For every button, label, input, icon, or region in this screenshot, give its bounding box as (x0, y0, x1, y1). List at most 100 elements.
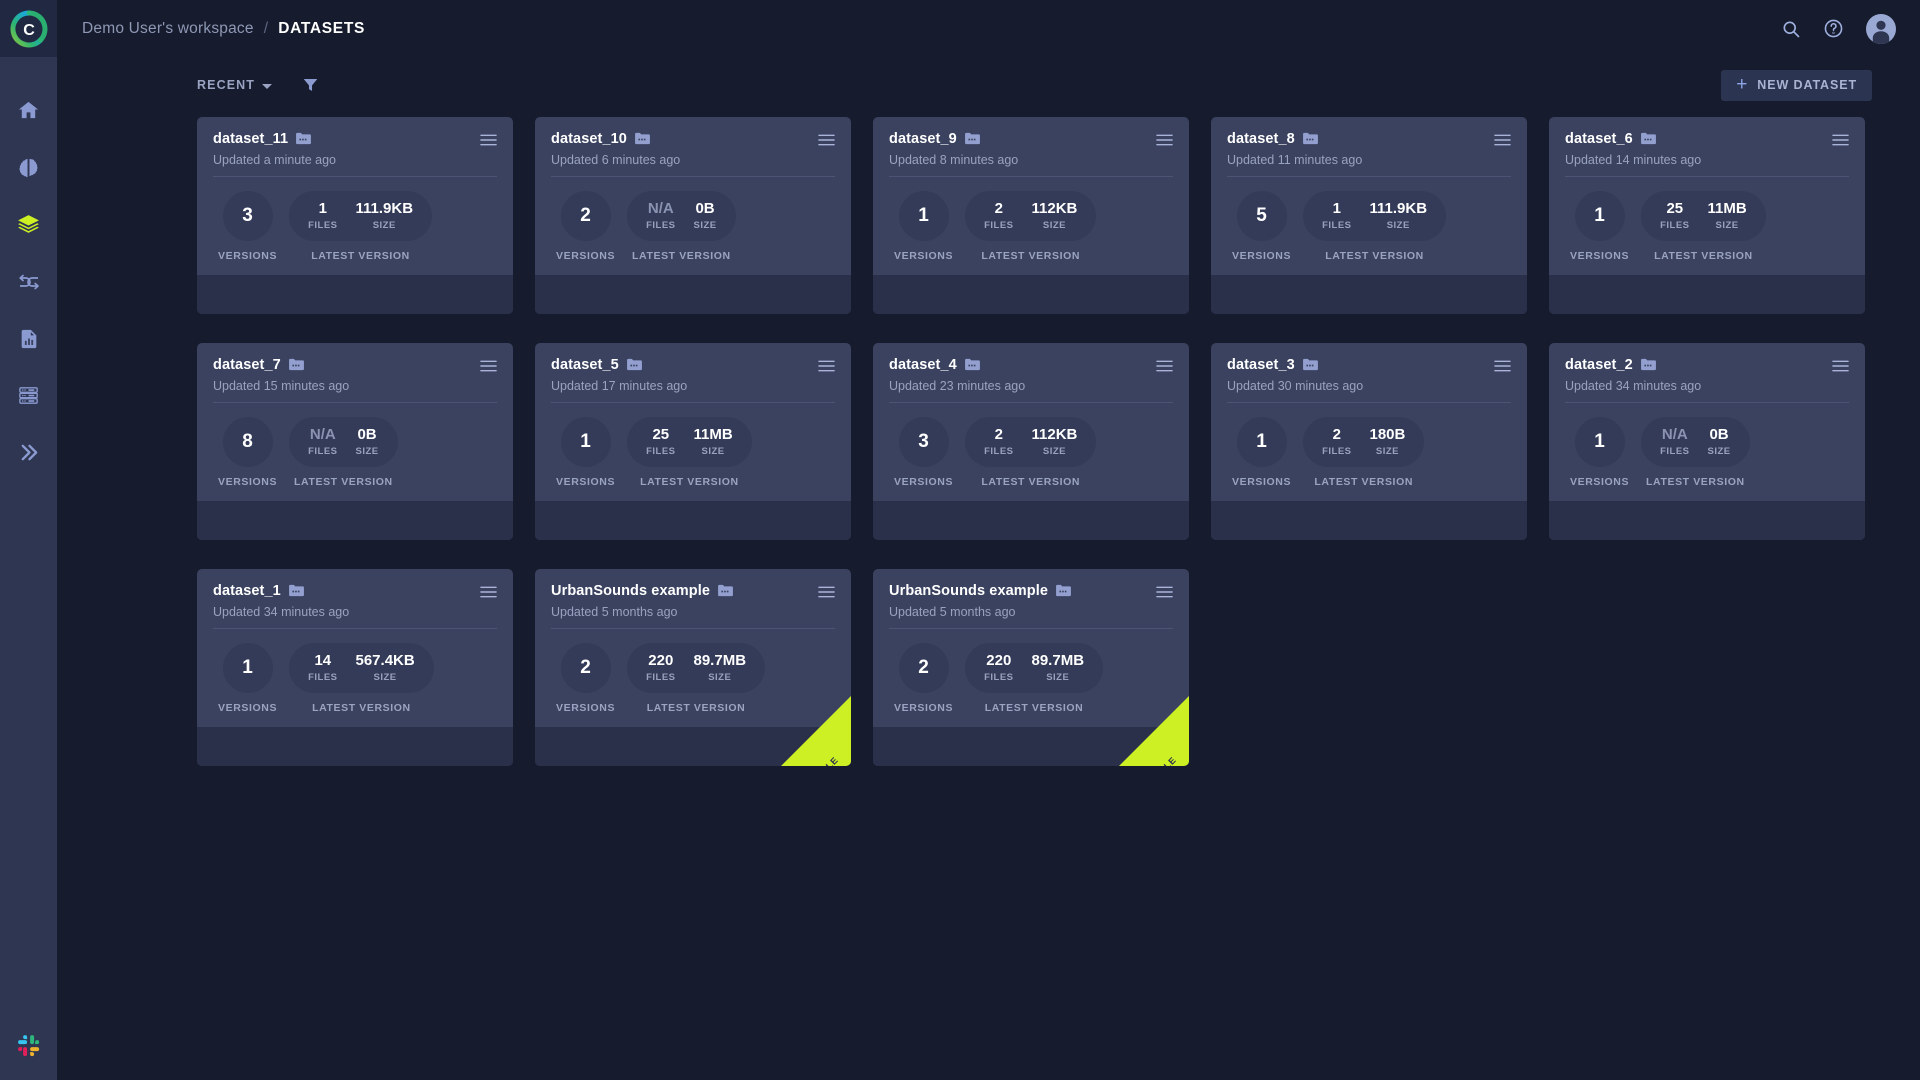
files-label: FILES (1660, 445, 1690, 457)
sidebar-item-home[interactable] (0, 82, 57, 139)
versions-stat: 1 VERSIONS (1570, 191, 1629, 262)
dataset-updated-time: Updated 34 minutes ago (1565, 379, 1702, 393)
latest-version-pill: 14 FILES 567.4KB SIZE (289, 643, 434, 693)
dataset-card[interactable]: UrbanSounds example Updated 5 months ago (535, 569, 851, 766)
files-count: 2 (1332, 426, 1341, 444)
dataset-card[interactable]: dataset_9 Updated 8 minutes ago 1 VERSIO… (873, 117, 1189, 314)
sidebar-item-slack[interactable] (0, 1034, 57, 1058)
versions-circle: 1 (1574, 417, 1625, 467)
dataset-title: dataset_3 (1227, 357, 1295, 373)
size-label: SIZE (355, 445, 379, 457)
versions-circle: 1 (222, 643, 273, 693)
dataset-card[interactable]: UrbanSounds example Updated 5 months ago (873, 569, 1189, 766)
versions-circle: 3 (898, 417, 949, 467)
dataset-card[interactable]: dataset_5 Updated 17 minutes ago 1 VERSI… (535, 343, 851, 540)
sort-dropdown[interactable]: RECENT (197, 78, 272, 92)
datasets-grid-container: dataset_11 Updated a minute ago 3 VERSIO… (57, 113, 1920, 1080)
files-label: FILES (1660, 219, 1690, 231)
versions-stat: 8 VERSIONS (218, 417, 277, 488)
help-circle-icon[interactable] (1823, 18, 1844, 39)
folder-dots-icon (288, 358, 304, 371)
hamburger-menu-icon[interactable] (1156, 583, 1173, 599)
sidebar-item-experiments[interactable] (0, 139, 57, 196)
dataset-card[interactable]: dataset_6 Updated 14 minutes ago 1 VERSI… (1549, 117, 1865, 314)
size-value: 111.9KB (1369, 200, 1428, 218)
latest-version-pill: 2 FILES 112KB SIZE (965, 417, 1097, 467)
dataset-title: UrbanSounds example (551, 583, 711, 599)
dataset-card[interactable]: dataset_8 Updated 11 minutes ago 5 VERSI… (1211, 117, 1527, 314)
files-label: FILES (646, 671, 676, 683)
versions-circle: 1 (560, 417, 611, 467)
latest-version-pill: 2 FILES 180B SIZE (1303, 417, 1425, 467)
hamburger-menu-icon[interactable] (818, 583, 835, 599)
user-avatar[interactable] (1866, 13, 1896, 44)
latest-version-stat: 2 FILES 112KB SIZE LATEST VERSION (965, 191, 1097, 262)
breadcrumb-separator: / (263, 19, 269, 37)
size-value: 89.7MB (1031, 652, 1085, 670)
latest-version-label: LATEST VERSION (1646, 476, 1745, 488)
hamburger-menu-icon[interactable] (818, 357, 835, 373)
slack-icon (17, 1035, 39, 1057)
dataset-card-header: dataset_4 (889, 357, 1173, 373)
dataset-card[interactable]: dataset_2 Updated 34 minutes ago 1 VERSI… (1549, 343, 1865, 540)
hamburger-menu-icon[interactable] (1832, 131, 1849, 147)
breadcrumb-current-page: DATASETS (278, 19, 366, 37)
latest-version-label: LATEST VERSION (312, 702, 411, 714)
hamburger-menu-icon[interactable] (480, 583, 497, 599)
versions-circle: 8 (222, 417, 273, 467)
versions-stat: 3 VERSIONS (218, 191, 277, 262)
hamburger-menu-icon[interactable] (480, 131, 497, 147)
files-count: 1 (1332, 200, 1341, 218)
app-logo[interactable]: C (0, 0, 57, 57)
folder-dots-icon (964, 358, 980, 371)
breadcrumb: Demo User's workspace / DATASETS (82, 20, 365, 38)
card-divider (213, 628, 497, 629)
hamburger-menu-icon[interactable] (818, 131, 835, 147)
folder-dots-icon (718, 584, 733, 597)
sidebar-item-resources[interactable] (0, 367, 57, 424)
sidebar-item-pipelines[interactable] (0, 424, 57, 481)
latest-version-pill: N/A FILES 0B SIZE (627, 191, 736, 241)
search-icon[interactable] (1781, 19, 1801, 39)
versions-label: VERSIONS (894, 702, 954, 714)
hamburger-menu-icon[interactable] (1832, 357, 1849, 373)
dataset-card[interactable]: dataset_11 Updated a minute ago 3 VERSIO… (197, 117, 513, 314)
dataset-card-body: dataset_9 Updated 8 minutes ago 1 VERSIO… (873, 117, 1189, 275)
dataset-card-header: dataset_8 (1227, 131, 1511, 147)
dataset-card[interactable]: dataset_4 Updated 23 minutes ago 3 VERSI… (873, 343, 1189, 540)
sidebar-item-datasets[interactable] (0, 196, 57, 253)
versions-stat: 1 VERSIONS (894, 191, 953, 262)
sidebar-item-reports[interactable] (0, 310, 57, 367)
folder-dots-icon (626, 358, 642, 371)
dataset-updated-time: Updated 15 minutes ago (213, 379, 350, 393)
dataset-card-header: UrbanSounds example (889, 583, 1173, 599)
dataset-card[interactable]: dataset_3 Updated 30 minutes ago 1 VERSI… (1211, 343, 1527, 540)
hamburger-menu-icon[interactable] (1494, 131, 1511, 147)
breadcrumb-workspace[interactable]: Demo User's workspace (82, 20, 254, 38)
versions-label: VERSIONS (218, 476, 278, 488)
dataset-card-body: dataset_8 Updated 11 minutes ago 5 VERSI… (1211, 117, 1527, 275)
size-stat: 11MB SIZE (694, 427, 733, 457)
dataset-card[interactable]: dataset_10 Updated 6 minutes ago 2 VERSI… (535, 117, 851, 314)
folder-dots-icon (288, 584, 304, 597)
dataset-card-footer (1211, 501, 1527, 540)
dataset-card-body: dataset_1 Updated 34 minutes ago 1 VERSI… (197, 569, 513, 727)
dataset-card[interactable]: dataset_1 Updated 34 minutes ago 1 VERSI… (197, 569, 513, 766)
hamburger-menu-icon[interactable] (1156, 357, 1173, 373)
versions-circle: 2 (560, 191, 611, 241)
size-value: 11MB (693, 426, 733, 444)
dataset-card[interactable]: dataset_7 Updated 15 minutes ago 8 VERSI… (197, 343, 513, 540)
latest-version-stat: 25 FILES 11MB SIZE LATEST VERSION (1641, 191, 1766, 262)
dataset-card-header: UrbanSounds example (551, 583, 835, 599)
versions-stat: 2 VERSIONS (556, 643, 615, 714)
hamburger-menu-icon[interactable] (480, 357, 497, 373)
sidebar-item-workflows[interactable] (0, 253, 57, 310)
hamburger-menu-icon[interactable] (1156, 131, 1173, 147)
funnel-filter-icon[interactable] (302, 76, 319, 94)
hamburger-menu-icon[interactable] (1494, 357, 1511, 373)
latest-version-stat: 220 FILES 89.7MB SIZE LATEST VERSION (965, 643, 1104, 714)
dataset-card-header: dataset_11 (213, 131, 497, 147)
new-dataset-button[interactable]: + NEW DATASET (1721, 69, 1872, 101)
versions-count: 1 (580, 431, 591, 452)
latest-version-pill: 2 FILES 112KB SIZE (965, 191, 1097, 241)
